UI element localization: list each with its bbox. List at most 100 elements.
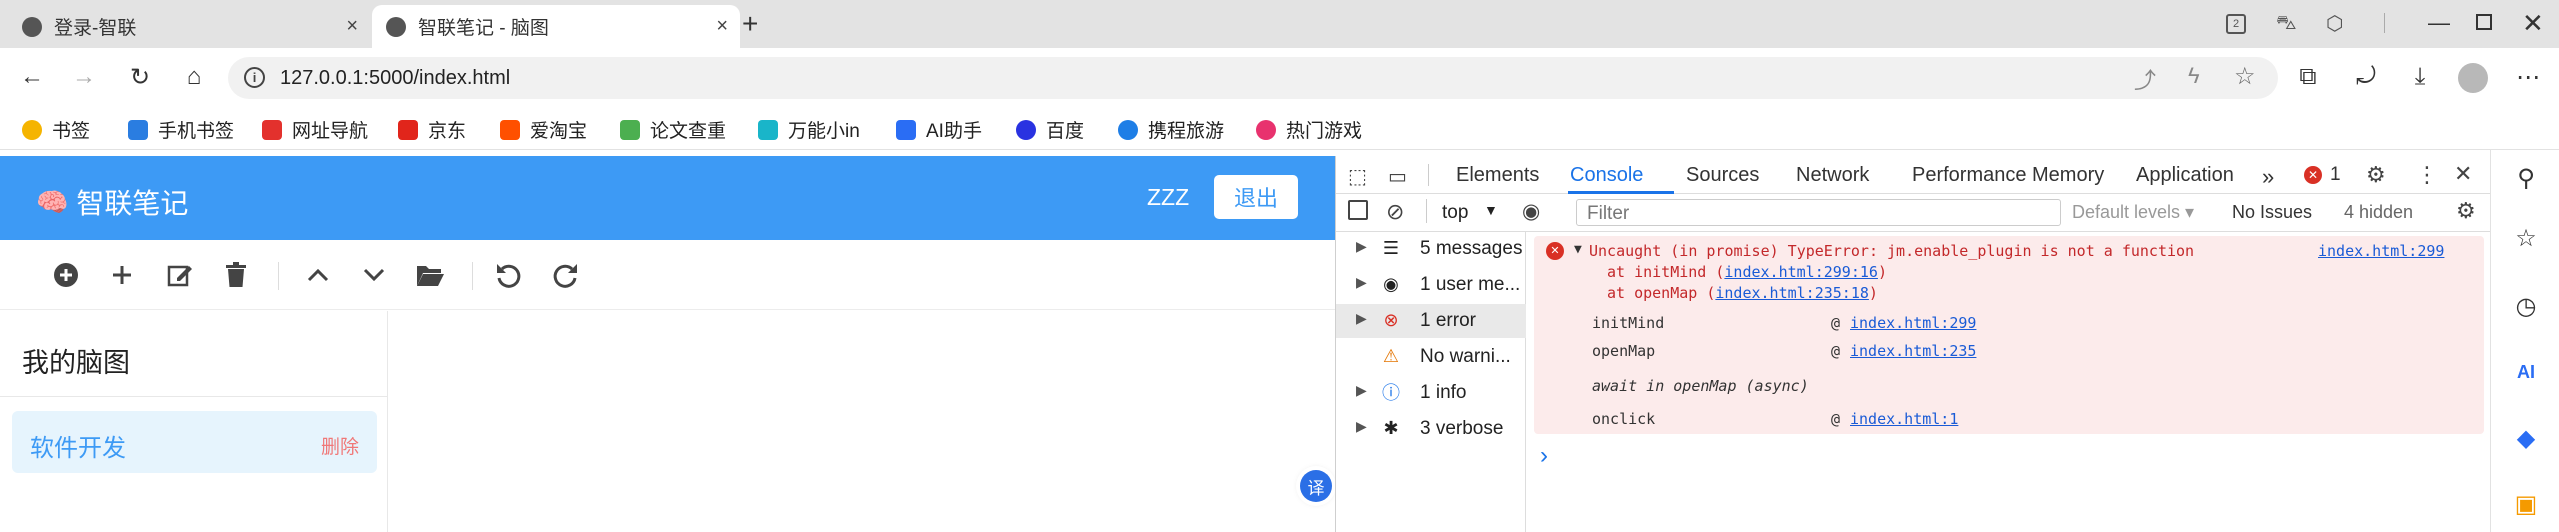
devtools-menu-icon[interactable]: ⋮ <box>2416 162 2438 188</box>
move-up-icon[interactable] <box>300 257 336 293</box>
bookmark-item[interactable]: 论文查重 <box>620 116 726 143</box>
inspect-element-icon[interactable]: ⬚ <box>1348 164 1367 189</box>
extensions-icon[interactable]: ⬡ <box>2326 11 2343 36</box>
delete-icon[interactable] <box>218 257 254 293</box>
expand-arrow-icon[interactable]: ▶ <box>1356 238 1367 255</box>
device-toolbar-icon[interactable]: ▭ <box>1388 164 1407 189</box>
reload-icon[interactable]: ↻ <box>124 61 156 93</box>
undo-icon[interactable] <box>490 257 526 293</box>
stack-link[interactable]: index.html:299 <box>1850 314 1976 332</box>
bookmark-item[interactable]: 热门游戏 <box>1256 116 1362 143</box>
bookmark-item[interactable]: 爱淘宝 <box>500 116 587 143</box>
bookmark-item[interactable]: 京东 <box>398 116 466 143</box>
bookmark-item[interactable]: AI助手 <box>896 116 982 143</box>
tab-network[interactable]: Network <box>1796 164 1869 187</box>
lightning-icon[interactable]: ϟ <box>2188 63 2200 89</box>
tab-memory[interactable]: Memory <box>2032 164 2104 187</box>
expand-arrow-icon[interactable]: ▶ <box>1356 382 1367 399</box>
delete-map-button[interactable]: 删除 <box>321 432 359 459</box>
add-child-icon[interactable] <box>48 257 84 293</box>
ai-icon[interactable]: AI <box>2512 358 2540 386</box>
tab-console[interactable]: Console <box>1570 164 1643 187</box>
profile-car-icon[interactable]: ⛍ <box>2276 12 2297 37</box>
more-menu-icon[interactable]: ⋯ <box>2512 61 2544 93</box>
search-icon[interactable]: ⚲ <box>2512 164 2540 192</box>
favorites-star-icon[interactable]: ☆ <box>2512 224 2540 252</box>
close-tab-icon[interactable]: × <box>716 15 728 38</box>
console-prompt[interactable]: › <box>1540 442 1548 470</box>
expand-arrow-icon[interactable]: ▶ <box>1356 274 1367 291</box>
live-expression-eye-icon[interactable]: ◉ <box>1522 199 1540 224</box>
sidebar-item-errors[interactable]: ▶ ⊗ 1 error <box>1336 304 1526 338</box>
error-count[interactable]: 1 <box>2330 164 2341 186</box>
toolbox-icon[interactable]: ▣ <box>2512 490 2540 518</box>
sidebar-item-verbose[interactable]: ▶ ✱ 3 verbose <box>1336 412 1526 446</box>
download-icon[interactable]: ⤓ <box>2404 61 2436 93</box>
bookmark-item[interactable]: 携程旅游 <box>1118 116 1224 143</box>
chevron-down-icon[interactable]: ▼ <box>1484 202 1498 218</box>
new-tab-button[interactable]: + <box>742 8 758 40</box>
source-link[interactable]: index.html:299 <box>2318 242 2444 260</box>
console-settings-gear-icon[interactable]: ⚙ <box>2456 198 2476 224</box>
gamepad-icon[interactable]: ◆ <box>2512 424 2540 452</box>
bookmark-item[interactable]: 网址导航 <box>262 116 368 143</box>
trace-link[interactable]: index.html:299:16 <box>1724 263 1878 281</box>
maximize-icon[interactable] <box>2476 14 2492 30</box>
tab-login[interactable]: 登录-智联 × <box>8 5 370 48</box>
url-text[interactable]: 127.0.0.1:5000/index.html <box>280 67 510 90</box>
redo-icon[interactable] <box>548 257 584 293</box>
more-tabs-icon[interactable]: » <box>2262 164 2274 190</box>
stack-link[interactable]: index.html:235 <box>1850 342 1976 360</box>
bookmark-item[interactable]: 书签 <box>22 116 90 143</box>
map-name[interactable]: 软件开发 <box>30 428 126 463</box>
logout-button[interactable]: 退出 <box>1214 175 1298 219</box>
tab-sources[interactable]: Sources <box>1686 164 1759 187</box>
issues-count[interactable]: No Issues <box>2232 202 2312 223</box>
error-badge-icon[interactable]: ✕ <box>2304 166 2322 184</box>
bookmark-item[interactable]: 手机书签 <box>128 116 234 143</box>
history-clock-icon[interactable]: ◷ <box>2512 292 2540 320</box>
translate-icon[interactable]: 译 <box>1300 470 1332 502</box>
sidebar-item-messages[interactable]: ▶ ☰ 5 messages <box>1336 232 1526 266</box>
context-selector[interactable]: top <box>1442 202 1468 224</box>
sidebar-toggle-icon[interactable] <box>1348 200 1368 220</box>
bookmark-item[interactable]: 万能小in <box>758 116 860 143</box>
site-info-icon[interactable]: i <box>244 67 265 88</box>
filter-input[interactable]: Filter <box>1576 199 2061 226</box>
favorite-star-icon[interactable]: ☆ <box>2234 62 2256 91</box>
screenshot-icon[interactable]: ⤾ <box>2350 61 2382 93</box>
avatar[interactable] <box>2458 63 2488 93</box>
bookmark-item[interactable]: 百度 <box>1016 116 1084 143</box>
minimize-icon[interactable]: — <box>2428 10 2450 36</box>
clear-console-icon[interactable]: ⊘ <box>1386 199 1404 225</box>
tab-elements[interactable]: Elements <box>1456 164 1539 187</box>
tab-search-icon[interactable]: 2 <box>2226 14 2246 34</box>
open-folder-icon[interactable] <box>412 257 448 293</box>
error-text[interactable]: Uncaught (in promise) TypeError: jm.enab… <box>1589 242 2194 260</box>
tab-application[interactable]: Application <box>2136 164 2234 187</box>
expand-arrow-icon[interactable]: ▶ <box>1356 418 1367 435</box>
close-devtools-icon[interactable]: ✕ <box>2454 161 2472 187</box>
forward-icon[interactable]: → <box>68 61 100 93</box>
map-list-item[interactable]: 软件开发 删除 <box>12 411 377 473</box>
extension-puzzle-icon[interactable]: ⧉ <box>2292 61 2324 93</box>
settings-gear-icon[interactable]: ⚙ <box>2366 162 2386 188</box>
share-icon[interactable]: ⤴ <box>2134 63 2156 95</box>
close-window-icon[interactable]: ✕ <box>2522 8 2544 39</box>
move-down-icon[interactable] <box>356 257 392 293</box>
tab-performance[interactable]: Performance <box>1912 164 2027 187</box>
add-sibling-icon[interactable] <box>104 257 140 293</box>
home-icon[interactable]: ⌂ <box>178 61 210 93</box>
log-levels-dropdown[interactable]: Default levels ▾ <box>2072 202 2194 223</box>
sidebar-item-warnings[interactable]: ⚠ No warni... <box>1336 340 1526 374</box>
stack-link[interactable]: index.html:1 <box>1850 410 1958 428</box>
sidebar-item-info[interactable]: ▶ ⓘ 1 info <box>1336 376 1526 410</box>
tab-mindmap[interactable]: 智联笔记 - 脑图 × <box>372 5 740 48</box>
close-tab-icon[interactable]: × <box>346 15 358 38</box>
expand-arrow-icon[interactable]: ▶ <box>1356 310 1367 327</box>
address-bar[interactable]: i 127.0.0.1:5000/index.html ⤴ ϟ ☆ <box>228 57 2278 99</box>
trace-link[interactable]: index.html:235:18 <box>1715 284 1869 302</box>
edit-icon[interactable] <box>162 257 198 293</box>
collapse-arrow-icon[interactable]: ▼ <box>1574 242 1582 257</box>
back-icon[interactable]: ← <box>16 61 48 93</box>
